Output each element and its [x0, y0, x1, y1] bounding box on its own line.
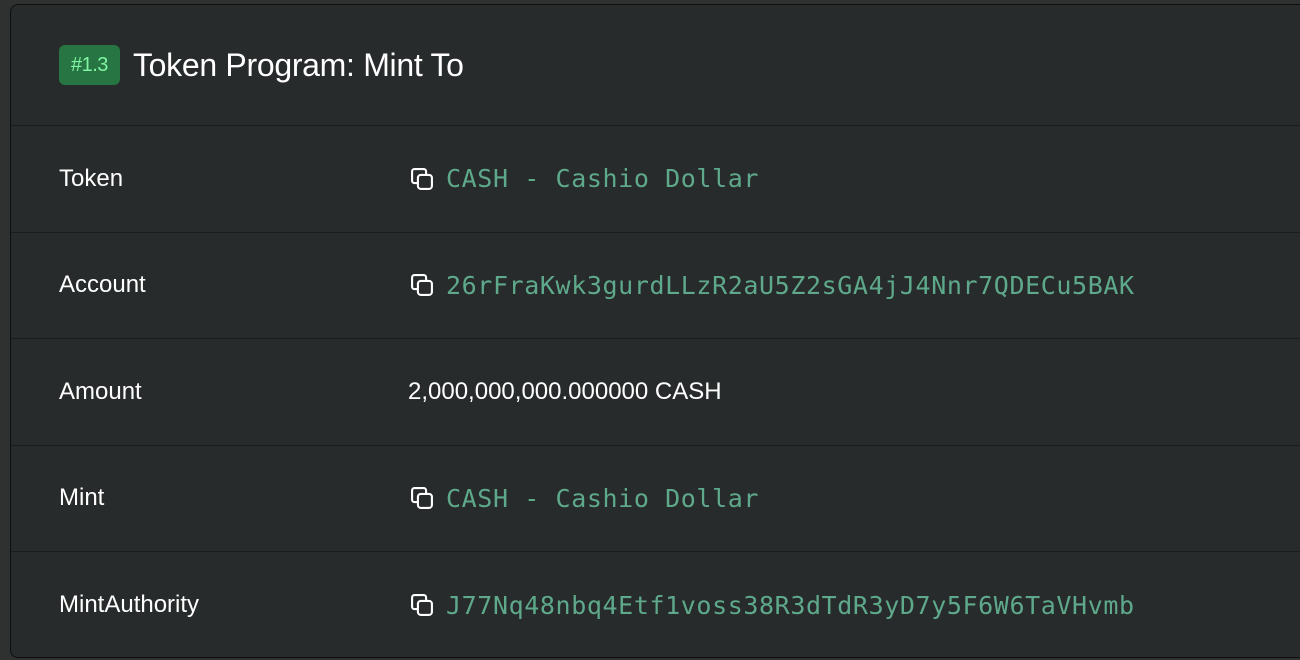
- row-amount: Amount 2,000,000,000.000000 CASH: [11, 339, 1300, 446]
- mint-authority-link[interactable]: J77Nq48nbq4Etf1voss38R3dTdR3yD7y5F6W6TaV…: [446, 591, 1135, 620]
- instruction-title: Token Program: Mint To: [132, 46, 464, 83]
- row-label: Token: [59, 164, 124, 192]
- row-label: MintAuthority: [59, 591, 200, 619]
- token-link[interactable]: CASH - Cashio Dollar: [446, 164, 759, 193]
- row-mint-authority: MintAuthority J77Nq48nbq4Etf1voss38R3dTd…: [11, 552, 1300, 657]
- instruction-card: #1.3 Token Program: Mint To Token CASH -…: [10, 4, 1300, 658]
- amount-value: 2,000,000,000.000000 CASH: [408, 377, 722, 405]
- mint-link[interactable]: CASH - Cashio Dollar: [446, 484, 759, 513]
- row-label: Account: [59, 271, 146, 299]
- row-label: Amount: [59, 377, 142, 405]
- row-value: CASH - Cashio Dollar: [408, 164, 759, 193]
- row-value: J77Nq48nbq4Etf1voss38R3dTdR3yD7y5F6W6TaV…: [408, 591, 1135, 620]
- row-mint: Mint CASH - Cashio Dollar: [11, 446, 1300, 552]
- account-link[interactable]: 26rFraKwk3gurdLLzR2aU5Z2sGA4jJ4Nnr7QDECu…: [446, 271, 1135, 300]
- row-account: Account 26rFraKwk3gurdLLzR2aU5Z2sGA4jJ4N…: [11, 233, 1300, 339]
- card-header: #1.3 Token Program: Mint To: [11, 5, 1300, 126]
- copy-icon[interactable]: [408, 484, 436, 512]
- row-value: CASH - Cashio Dollar: [408, 484, 759, 513]
- instruction-index-badge: #1.3: [59, 45, 120, 85]
- row-value: 2,000,000,000.000000 CASH: [408, 378, 722, 406]
- copy-icon[interactable]: [408, 591, 436, 619]
- row-value: 26rFraKwk3gurdLLzR2aU5Z2sGA4jJ4Nnr7QDECu…: [408, 271, 1135, 300]
- row-label: Mint: [59, 484, 105, 512]
- row-token: Token CASH - Cashio Dollar: [11, 126, 1300, 233]
- copy-icon[interactable]: [408, 271, 436, 299]
- copy-icon[interactable]: [408, 165, 436, 193]
